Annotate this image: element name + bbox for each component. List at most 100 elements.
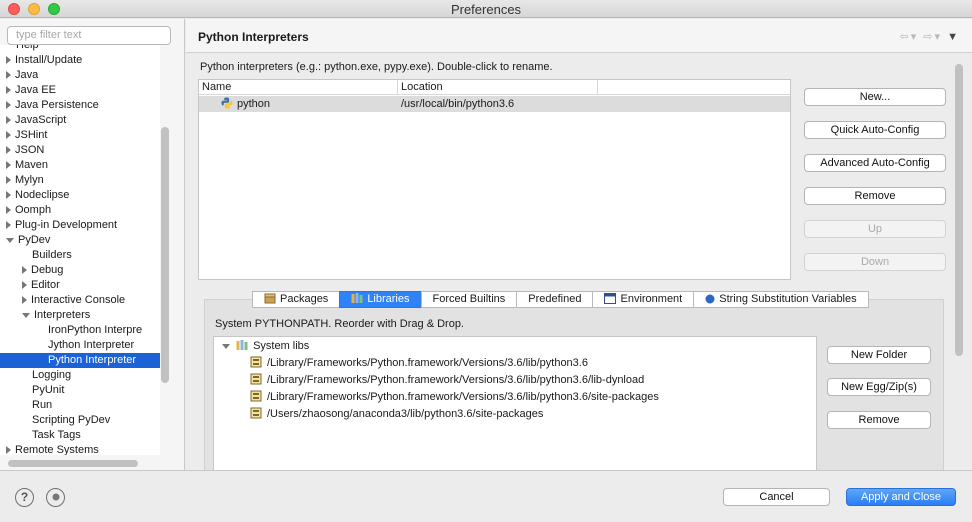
- tree-item[interactable]: Nodeclipse: [0, 188, 160, 203]
- tree-item[interactable]: Help: [0, 45, 160, 53]
- column-header-name[interactable]: Name: [199, 80, 398, 95]
- tree-item[interactable]: JSHint: [0, 128, 160, 143]
- sidebar-horizontal-scrollbar[interactable]: [8, 460, 138, 467]
- tree-item[interactable]: Editor: [0, 278, 160, 293]
- tree-item[interactable]: Interpreters: [0, 308, 160, 323]
- tab-string-substitution[interactable]: String Substitution Variables: [693, 291, 869, 308]
- collapsed-arrow-icon[interactable]: [6, 101, 11, 110]
- tree-item-label: JSHint: [15, 129, 48, 141]
- collapsed-arrow-icon[interactable]: [6, 146, 11, 155]
- tab-forced-builtins[interactable]: Forced Builtins: [420, 291, 518, 308]
- filter-input[interactable]: type filter text: [7, 26, 171, 45]
- interpreters-table[interactable]: Name Location python /usr/local/bin/pyth…: [198, 79, 791, 280]
- tree-item[interactable]: Run: [0, 398, 160, 413]
- library-path-item[interactable]: /Library/Frameworks/Python.framework/Ver…: [250, 355, 588, 372]
- tree-item-label: Remote Systems: [15, 444, 99, 455]
- library-path-label: /Library/Frameworks/Python.framework/Ver…: [267, 357, 588, 369]
- collapsed-arrow-icon[interactable]: [22, 266, 27, 275]
- tree-item-label: Java EE: [15, 84, 56, 96]
- collapsed-arrow-icon[interactable]: [6, 86, 11, 95]
- tab-libraries[interactable]: Libraries: [339, 291, 422, 308]
- collapsed-arrow-icon[interactable]: [6, 191, 11, 200]
- apply-and-close-button[interactable]: Apply and Close: [846, 488, 956, 506]
- tree-item[interactable]: Remote Systems: [0, 443, 160, 455]
- tree-item[interactable]: PyUnit: [0, 383, 160, 398]
- page-vertical-scrollbar[interactable]: [955, 64, 963, 356]
- cancel-button[interactable]: Cancel: [723, 488, 830, 506]
- collapsed-arrow-icon[interactable]: [6, 131, 11, 140]
- column-header-location[interactable]: Location: [398, 80, 598, 95]
- tree-item-label: IronPython Interpre: [48, 324, 143, 336]
- quick-auto-config-button[interactable]: Quick Auto-Config: [804, 121, 946, 139]
- library-path-item[interactable]: /Users/zhaosong/anaconda3/lib/python3.6/…: [250, 406, 543, 423]
- view-menu-icon[interactable]: ▼: [947, 31, 960, 43]
- tree-item[interactable]: Task Tags: [0, 428, 160, 443]
- tree-item-label: JavaScript: [15, 114, 67, 126]
- tree-item[interactable]: Java EE: [0, 83, 160, 98]
- table-row[interactable]: python /usr/local/bin/python3.6: [199, 96, 790, 112]
- collapsed-arrow-icon[interactable]: [6, 221, 11, 230]
- tree-item[interactable]: Oomph: [0, 203, 160, 218]
- collapsed-arrow-icon[interactable]: [6, 116, 11, 125]
- tree-item[interactable]: Scripting PyDev: [0, 413, 160, 428]
- tree-item-label: Editor: [31, 279, 60, 291]
- tree-item[interactable]: PyDev: [0, 233, 160, 248]
- collapsed-arrow-icon[interactable]: [6, 446, 11, 455]
- collapsed-arrow-icon[interactable]: [6, 161, 11, 170]
- tree-item[interactable]: Jython Interpreter: [0, 338, 160, 353]
- tree-item[interactable]: Java: [0, 68, 160, 83]
- tree-item[interactable]: Plug-in Development: [0, 218, 160, 233]
- page-title: Python Interpreters: [198, 30, 309, 44]
- import-export-icon[interactable]: [46, 488, 65, 507]
- libraries-tree[interactable]: System libs /Library/Frameworks/Python.f…: [213, 336, 817, 470]
- advanced-auto-config-button[interactable]: Advanced Auto-Config: [804, 154, 946, 172]
- tree-root-system-libs[interactable]: System libs: [222, 338, 309, 355]
- tree-item[interactable]: Logging: [0, 368, 160, 383]
- tree-item[interactable]: Maven: [0, 158, 160, 173]
- expanded-arrow-icon[interactable]: [6, 237, 14, 243]
- library-path-label: /Library/Frameworks/Python.framework/Ver…: [267, 374, 645, 386]
- back-arrow-icon[interactable]: ⇦▾: [899, 31, 918, 43]
- folder-jar-icon: [250, 390, 262, 402]
- new-egg-zip-button[interactable]: New Egg/Zip(s): [827, 378, 931, 396]
- forward-arrow-icon[interactable]: ⇨▾: [923, 31, 942, 43]
- tab-predefined[interactable]: Predefined: [516, 291, 594, 308]
- tree-item-label: PyDev: [18, 234, 51, 246]
- move-up-button[interactable]: Up: [804, 220, 946, 238]
- tree-item-label: JSON: [15, 144, 45, 156]
- tree-item[interactable]: Install/Update: [0, 53, 160, 68]
- tree-item-label: Python Interpreter: [48, 354, 137, 366]
- collapsed-arrow-icon[interactable]: [6, 71, 11, 80]
- tab-packages[interactable]: Packages: [252, 291, 341, 308]
- collapsed-arrow-icon[interactable]: [6, 176, 11, 185]
- tree-item-label: Maven: [15, 159, 49, 171]
- tree-item[interactable]: Debug: [0, 263, 160, 278]
- tree-item[interactable]: JSON: [0, 143, 160, 158]
- tree-item[interactable]: Python Interpreter: [0, 353, 160, 368]
- remove-library-button[interactable]: Remove: [827, 411, 931, 429]
- tree-item[interactable]: JavaScript: [0, 113, 160, 128]
- expanded-arrow-icon[interactable]: [22, 312, 30, 318]
- library-path-item[interactable]: /Library/Frameworks/Python.framework/Ver…: [250, 389, 659, 406]
- help-icon[interactable]: ?: [15, 488, 34, 507]
- sidebar-vertical-scrollbar[interactable]: [161, 127, 169, 383]
- tree-item[interactable]: Interactive Console: [0, 293, 160, 308]
- tree-item[interactable]: Builders: [0, 248, 160, 263]
- library-path-label: /Library/Frameworks/Python.framework/Ver…: [267, 391, 659, 403]
- collapsed-arrow-icon[interactable]: [6, 206, 11, 215]
- move-down-button[interactable]: Down: [804, 253, 946, 271]
- remove-interpreter-button[interactable]: Remove: [804, 187, 946, 205]
- collapsed-arrow-icon[interactable]: [6, 56, 11, 65]
- tree-item[interactable]: IronPython Interpre: [0, 323, 160, 338]
- expand-arrow-icon[interactable]: [222, 343, 230, 349]
- variable-icon: [705, 294, 715, 305]
- tab-environment[interactable]: Environment: [592, 291, 695, 308]
- collapsed-arrow-icon[interactable]: [22, 296, 27, 305]
- tree-item-label: Mylyn: [15, 174, 44, 186]
- library-path-item[interactable]: /Library/Frameworks/Python.framework/Ver…: [250, 372, 644, 389]
- tree-item[interactable]: Java Persistence: [0, 98, 160, 113]
- new-interpreter-button[interactable]: New...: [804, 88, 946, 106]
- collapsed-arrow-icon[interactable]: [22, 281, 27, 290]
- new-folder-button[interactable]: New Folder: [827, 346, 931, 364]
- tree-item[interactable]: Mylyn: [0, 173, 160, 188]
